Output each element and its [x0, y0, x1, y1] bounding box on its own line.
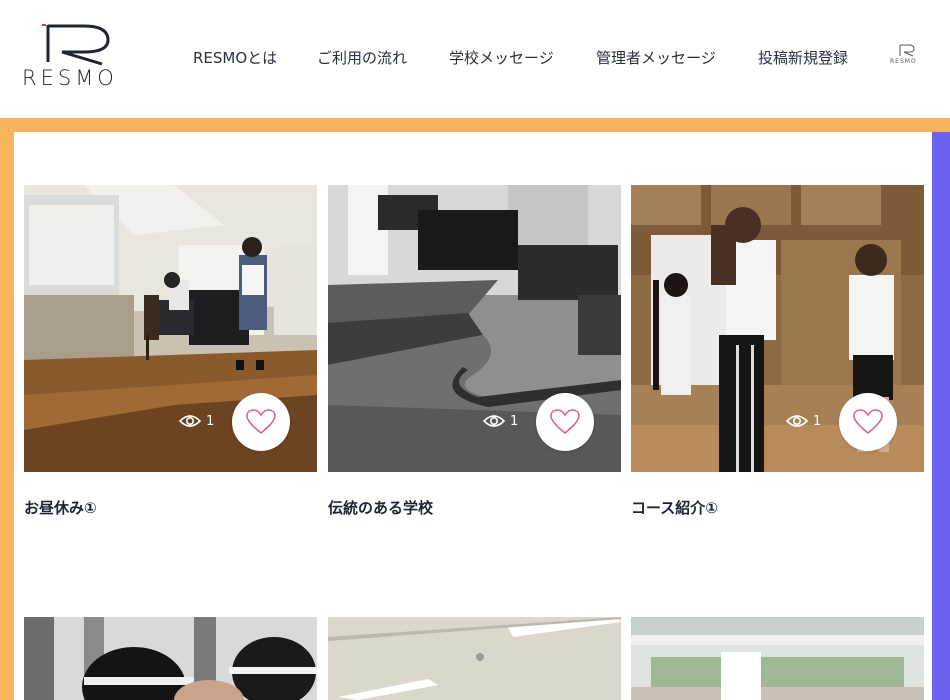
- view-count-number: 1: [510, 413, 519, 429]
- heart-outline-icon: [853, 409, 883, 435]
- view-count-number: 1: [206, 413, 215, 429]
- nav-item-about[interactable]: RESMOとは: [193, 47, 277, 68]
- view-count: 1: [483, 411, 518, 431]
- frame-right-border: [932, 132, 950, 700]
- photo-ceiling-lights: [328, 617, 621, 700]
- resmo-logo[interactable]: RESMO: [22, 22, 132, 92]
- mini-logo-r-icon: [899, 44, 915, 57]
- eye-icon: [786, 415, 808, 427]
- nav-item-school-message[interactable]: 学校メッセージ: [449, 47, 554, 68]
- photo-students-headbands: [24, 617, 317, 700]
- site-header: RESMO RESMOとは ご利用の流れ 学校メッセージ 管理者メッセージ 投稿…: [0, 0, 950, 118]
- post-image[interactable]: 1: [328, 185, 621, 472]
- post-image[interactable]: [631, 617, 924, 700]
- nav-item-admin-message[interactable]: 管理者メッセージ: [596, 47, 716, 68]
- eye-icon: [179, 415, 201, 427]
- nav-item-new-post[interactable]: 投稿新規登録: [758, 47, 848, 68]
- frame-top-border: [0, 118, 950, 132]
- post-title[interactable]: コース紹介①: [631, 497, 718, 518]
- post-image[interactable]: [24, 617, 317, 700]
- mini-logo[interactable]: RESMO: [890, 44, 924, 68]
- post-title[interactable]: 伝統のある学校: [328, 497, 433, 518]
- post-title[interactable]: お昼休み①: [24, 497, 97, 518]
- mini-logo-wordmark: RESMO: [890, 58, 917, 65]
- eye-icon: [483, 415, 505, 427]
- like-button[interactable]: [839, 393, 897, 451]
- nav-item-usage-flow[interactable]: ご利用の流れ: [317, 47, 407, 68]
- heart-outline-icon: [550, 409, 580, 435]
- frame-left-border: [0, 118, 14, 700]
- like-button[interactable]: [232, 393, 290, 451]
- post-image[interactable]: 1: [24, 185, 317, 472]
- logo-wordmark: RESMO: [22, 66, 118, 90]
- photo-gymnasium: [631, 617, 924, 700]
- like-button[interactable]: [536, 393, 594, 451]
- heart-outline-icon: [246, 409, 276, 435]
- view-count: 1: [179, 411, 214, 431]
- view-count: 1: [786, 411, 821, 431]
- logo-r-mark-icon: [42, 24, 110, 66]
- view-count-number: 1: [813, 413, 822, 429]
- post-image[interactable]: [328, 617, 621, 700]
- post-image[interactable]: 1: [631, 185, 924, 472]
